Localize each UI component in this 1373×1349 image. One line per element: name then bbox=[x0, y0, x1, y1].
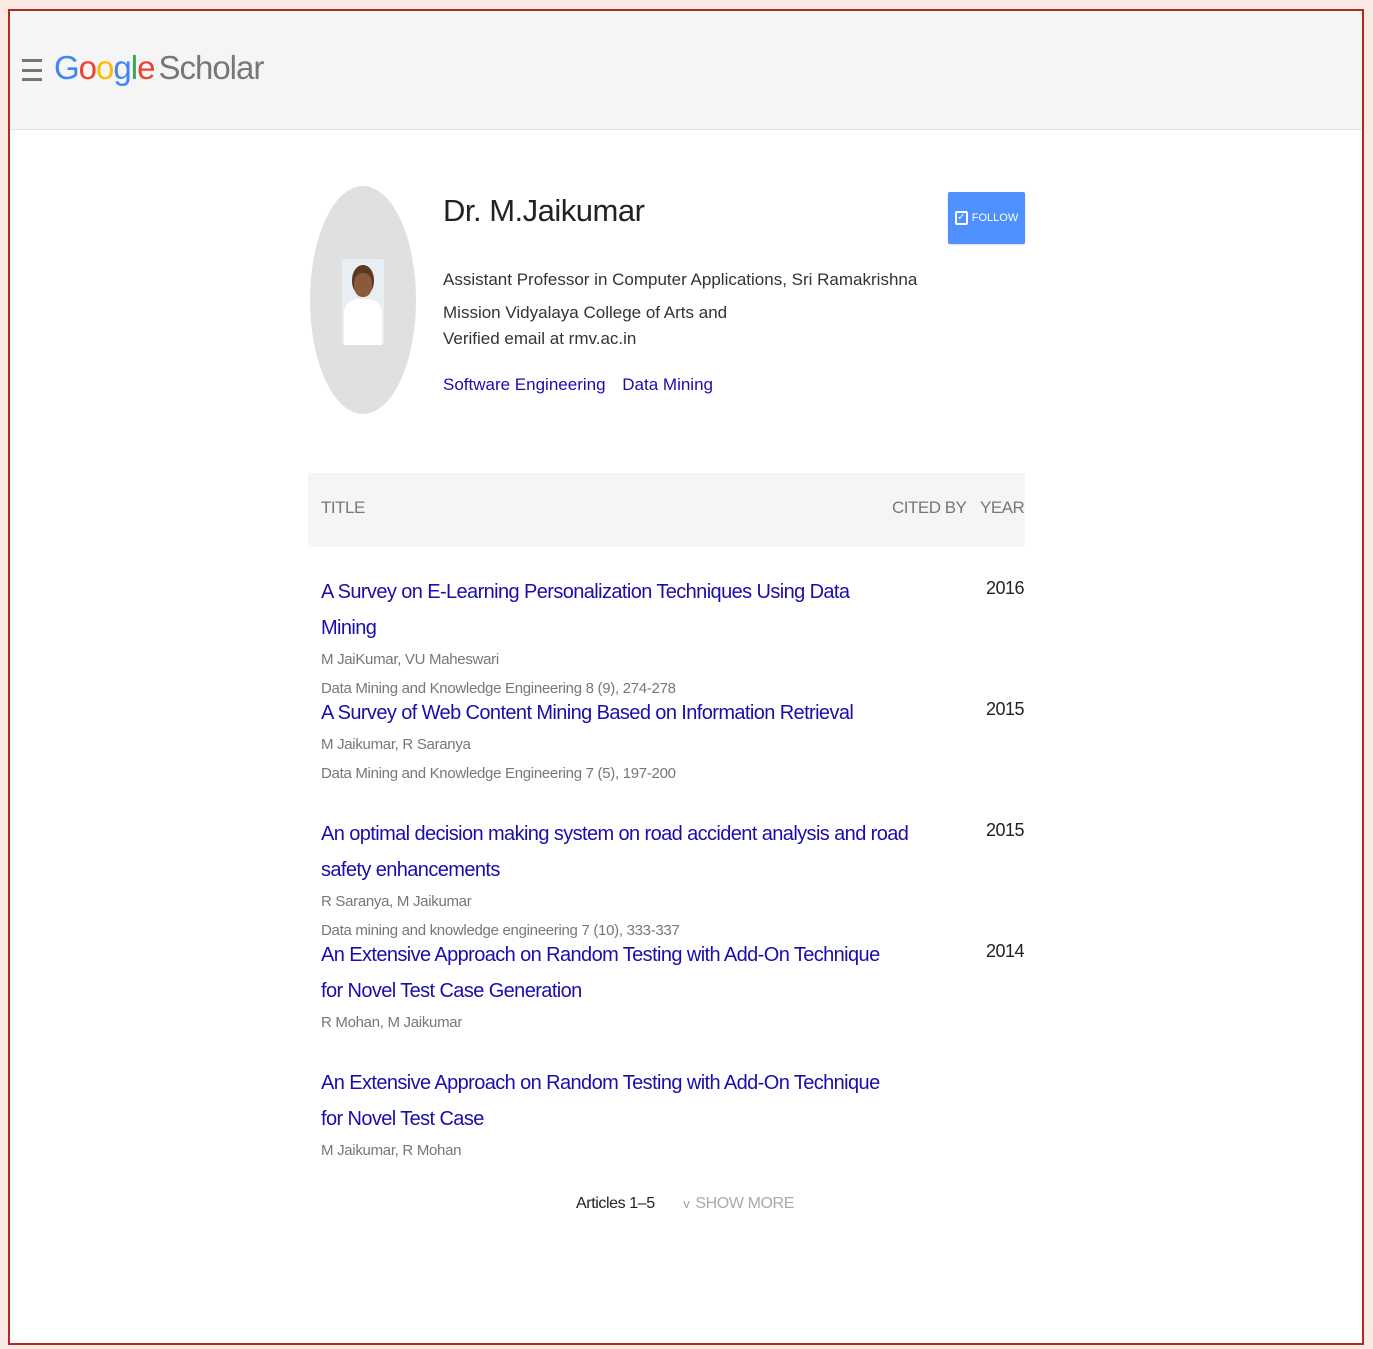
article-title-link[interactable]: An Extensive Approach on Random Testing … bbox=[321, 1065, 881, 1137]
article-year: 2014 bbox=[986, 941, 1025, 961]
article-year: 2015 bbox=[986, 699, 1025, 719]
profile-interests: Software Engineering Data Mining bbox=[443, 375, 725, 395]
profile-affiliation: Assistant Professor in Computer Applicat… bbox=[443, 270, 918, 322]
articles-count: Articles 1–5 bbox=[576, 1195, 655, 1212]
article-authors: M Jaikumar, R Mohan bbox=[321, 1142, 462, 1159]
profile-photo bbox=[342, 259, 384, 345]
follow-button[interactable]: ✓ FOLLOW bbox=[948, 192, 1025, 244]
logo-suffix: Scholar bbox=[158, 49, 264, 86]
logo-letter: G bbox=[54, 49, 80, 86]
pagination-footer: Articles 1–5 v SHOW MORE bbox=[576, 1195, 794, 1213]
article-authors: M Jaikumar, R Saranya bbox=[321, 736, 471, 753]
hamburger-menu-icon[interactable] bbox=[22, 59, 42, 81]
screenshot-frame: Google Scholar Dr. M.Jaikumar Assistant P… bbox=[8, 9, 1364, 1345]
logo-letter: o bbox=[96, 49, 114, 86]
chevron-down-icon: v bbox=[683, 1196, 690, 1211]
article-year: 2015 bbox=[986, 820, 1025, 840]
profile-email: Verified email at rmv.ac.in bbox=[443, 329, 637, 348]
article-title-link[interactable]: A Survey on E-Learning Personalization T… bbox=[321, 574, 881, 646]
articles-table-header: TITLE CITED BY YEAR bbox=[308, 473, 1025, 547]
article-year: 2016 bbox=[986, 578, 1025, 598]
show-more-label: SHOW MORE bbox=[695, 1195, 794, 1212]
sort-by-year[interactable]: YEAR bbox=[980, 498, 1025, 518]
logo-letter: g bbox=[113, 49, 131, 86]
interest-link[interactable]: Data Mining bbox=[622, 375, 713, 394]
sort-by-cited[interactable]: CITED BY bbox=[892, 498, 967, 518]
article-row: An optimal decision making system on roa… bbox=[321, 816, 1025, 946]
follow-check-icon: ✓ bbox=[954, 211, 968, 225]
google-scholar-logo[interactable]: Google Scholar bbox=[54, 49, 264, 87]
article-row: An Extensive Approach on Random Testing … bbox=[321, 937, 1025, 1037]
follow-label: FOLLOW bbox=[971, 212, 1019, 224]
article-venue: Data Mining and Knowledge Engineering 7 … bbox=[321, 765, 676, 782]
sort-by-title[interactable]: TITLE bbox=[321, 498, 365, 518]
top-bar: Google Scholar bbox=[10, 11, 1362, 130]
logo-letter: e bbox=[137, 49, 155, 86]
article-authors: M JaiKumar, VU Maheswari bbox=[321, 651, 499, 668]
profile-name: Dr. M.Jaikumar bbox=[443, 193, 645, 228]
article-title-link[interactable]: An optimal decision making system on roa… bbox=[321, 816, 921, 888]
logo-letter: o bbox=[78, 49, 97, 86]
article-row: A Survey of Web Content Mining Based on … bbox=[321, 695, 1025, 789]
article-title-link[interactable]: A Survey of Web Content Mining Based on … bbox=[321, 695, 881, 731]
article-row: An Extensive Approach on Random Testing … bbox=[321, 1065, 1021, 1165]
article-authors: R Saranya, M Jaikumar bbox=[321, 893, 472, 910]
interest-link[interactable]: Software Engineering bbox=[443, 375, 606, 394]
article-row: A Survey on E-Learning Personalization T… bbox=[321, 574, 1025, 704]
article-authors: R Mohan, M Jaikumar bbox=[321, 1014, 463, 1031]
article-title-link[interactable]: An Extensive Approach on Random Testing … bbox=[321, 937, 881, 1009]
show-more-button[interactable]: v SHOW MORE bbox=[683, 1195, 794, 1212]
